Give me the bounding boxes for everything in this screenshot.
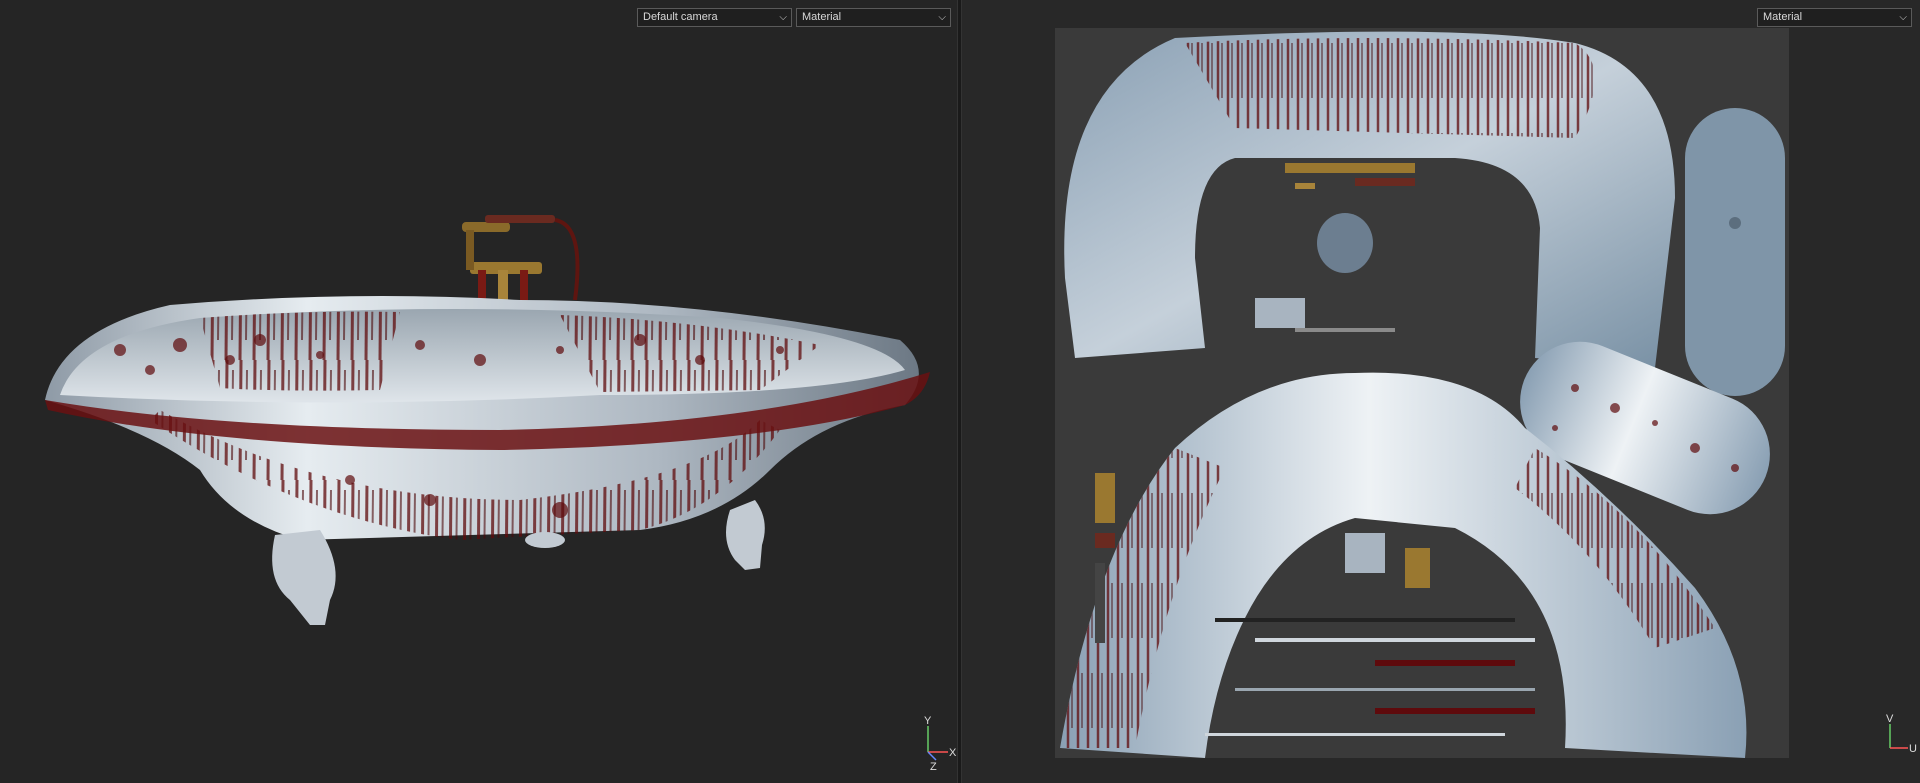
axis-v-label: V — [1886, 713, 1894, 725]
axis-gizmo-icon: Y X Z — [918, 712, 957, 775]
uv-islands — [1060, 31, 1785, 758]
uv-axis-gizmo-icon: V U — [1880, 712, 1920, 765]
axis-y-label: Y — [924, 715, 932, 727]
3d-viewport[interactable]: Default camera ⌵ Material ⌵ Y X Z — [0, 0, 957, 783]
axis-x-label: X — [949, 747, 957, 759]
uv-material-select[interactable]: Material ⌵ — [1757, 8, 1912, 27]
axis-z-label: Z — [930, 761, 937, 772]
uv-texture-sheet[interactable] — [1055, 28, 1789, 758]
uv-material-select-value: Material — [1763, 11, 1803, 23]
uv-viewport[interactable]: Material ⌵ V U — [962, 0, 1920, 783]
chevron-down-icon: ⌵ — [1899, 12, 1907, 23]
faucet — [462, 215, 580, 310]
axis-u-label: U — [1909, 743, 1917, 755]
bathtub-model[interactable] — [0, 0, 957, 783]
